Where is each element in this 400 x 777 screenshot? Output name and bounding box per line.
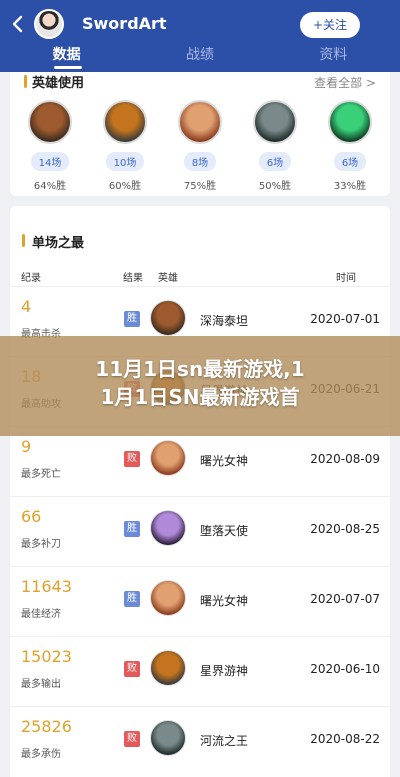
record-label: 最佳经济 [21, 609, 61, 620]
match-date: 2020-08-22 [310, 732, 380, 746]
record-value: 9 [21, 437, 32, 456]
record-row[interactable]: 25826 最多承伤 败 河流之王 2020-08-22 [10, 706, 390, 776]
hero-name: 河流之王 [200, 734, 249, 748]
hero-portrait [150, 580, 186, 616]
banner-text: 11月1日sn最新游戏,1 1月1日SN最新游戏首 [0, 355, 400, 411]
banner-line-1: 11月1日sn最新游戏,1 [95, 357, 305, 381]
hero-winrate: 33%胜 [333, 181, 367, 192]
record-row[interactable]: 66 最多补刀 胜 堕落天使 2020-08-25 [10, 496, 390, 566]
hero-usage-card: 英雄使用 查看全部 > 14场 64%胜 10场 60%胜 8场 75%胜 6场 50%胜 6场… [10, 72, 390, 196]
hero-name: 深海泰坦 [200, 314, 249, 328]
hero-portrait [253, 100, 297, 144]
hero-name: 曙光女神 [200, 594, 249, 608]
match-date: 2020-07-07 [310, 592, 380, 606]
record-value: 15023 [21, 647, 72, 666]
hero-usage-title: 英雄使用 [32, 76, 85, 91]
match-date: 2020-06-10 [310, 662, 380, 676]
result-badge: 败 [124, 661, 140, 677]
record-value: 4 [21, 297, 32, 316]
hero-portrait [150, 720, 186, 756]
hero-games-count: 6场 [333, 152, 367, 171]
hero-winrate: 60%胜 [108, 181, 142, 192]
result-badge: 败 [124, 451, 140, 467]
record-row[interactable]: 11643 最佳经济 胜 曙光女神 2020-07-07 [10, 566, 390, 636]
hero-usage-item[interactable]: 8场 75%胜 [170, 100, 230, 192]
record-value: 11643 [21, 577, 72, 596]
best-single-title: 单场之最 [32, 236, 85, 251]
see-all-link[interactable]: 查看全部 > [314, 74, 376, 91]
result-badge: 胜 [124, 521, 140, 537]
hero-games-count: 10场 [105, 152, 145, 171]
best-single-card: 单场之最 纪录 结果 英雄 时间 4最高击杀胜深海泰坦2020-07-0118最… [10, 206, 390, 777]
hero-name: 堕落天使 [200, 524, 249, 538]
section-marker [24, 75, 27, 88]
username: SwordArt [82, 14, 167, 33]
hero-usage-item[interactable]: 6场 50%胜 [245, 100, 305, 192]
hero-usage-item[interactable]: 6场 33%胜 [320, 100, 380, 192]
hero-usage-item[interactable]: 14场 64%胜 [20, 100, 80, 192]
hero-usage-item[interactable]: 10场 60%胜 [95, 100, 155, 192]
hero-winrate: 64%胜 [33, 181, 67, 192]
match-date: 2020-08-25 [310, 522, 380, 536]
hero-portrait [150, 300, 186, 336]
result-badge: 败 [124, 731, 140, 747]
column-header-record: 纪录 [21, 273, 41, 284]
tab-record[interactable]: 战绩 [133, 44, 266, 72]
banner-line-2: 1月1日SN最新游戏首 [100, 385, 300, 409]
record-row[interactable]: 15023 最多输出 败 星界游神 2020-06-10 [10, 636, 390, 706]
record-row[interactable]: 9 最多死亡 败 曙光女神 2020-08-09 [10, 426, 390, 496]
column-header-time: 时间 [336, 273, 356, 284]
hero-name: 星界游神 [200, 664, 249, 678]
hero-portrait [103, 100, 147, 144]
profile-header: SwordArt +关注 数据 战绩 资料 [0, 0, 400, 72]
record-label: 最多输出 [21, 679, 61, 690]
record-label: 最多承伤 [21, 749, 61, 760]
avatar[interactable] [34, 9, 64, 39]
follow-button[interactable]: +关注 [300, 12, 360, 38]
hero-games-count: 14场 [30, 152, 70, 171]
match-date: 2020-07-01 [310, 312, 380, 326]
active-tab-indicator [54, 66, 82, 69]
hero-portrait [328, 100, 372, 144]
hero-usage-list: 14场 64%胜 10场 60%胜 8场 75%胜 6场 50%胜 6场 33%胜 [20, 100, 380, 192]
column-header-hero: 英雄 [158, 273, 178, 284]
hero-portrait [150, 510, 186, 546]
hero-portrait [150, 650, 186, 686]
hero-portrait [150, 440, 186, 476]
section-marker [22, 234, 25, 247]
hero-portrait [28, 100, 72, 144]
hero-winrate: 75%胜 [183, 181, 217, 192]
record-value: 25826 [21, 717, 72, 736]
record-label: 最多死亡 [21, 469, 61, 480]
hero-games-count: 8场 [183, 152, 217, 171]
result-badge: 胜 [124, 591, 140, 607]
hero-portrait [178, 100, 222, 144]
tab-profile[interactable]: 资料 [267, 44, 400, 72]
record-value: 66 [21, 507, 42, 526]
match-date: 2020-08-09 [310, 452, 380, 466]
result-badge: 胜 [124, 311, 140, 327]
hero-name: 曙光女神 [200, 454, 249, 468]
hero-winrate: 50%胜 [258, 181, 292, 192]
record-label: 最多补刀 [21, 539, 61, 550]
hero-games-count: 6场 [258, 152, 292, 171]
back-chevron-icon[interactable] [6, 12, 30, 36]
column-header-result: 结果 [123, 273, 143, 284]
